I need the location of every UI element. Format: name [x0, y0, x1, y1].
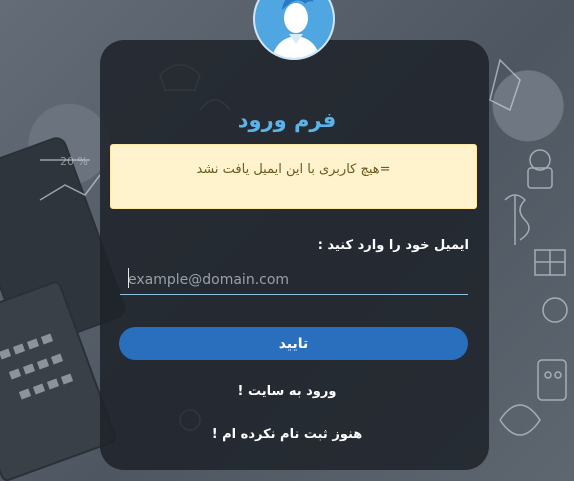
text-caret	[128, 268, 129, 288]
submit-button[interactable]: تایید	[119, 327, 468, 360]
email-input[interactable]	[120, 262, 468, 295]
site-login-link[interactable]: ورود به سایت !	[0, 384, 574, 399]
email-label: ایمیل خود را وارد کنید :	[317, 238, 469, 253]
login-card	[100, 40, 489, 470]
svg-text:20 %: 20 %	[60, 155, 88, 168]
error-alert: =هیچ کاربری با این ایمیل یافت نشد	[110, 144, 477, 209]
form-title: فرم ورود	[237, 108, 337, 132]
signup-link[interactable]: هنوز ثبت نام نکرده ام !	[0, 427, 574, 442]
